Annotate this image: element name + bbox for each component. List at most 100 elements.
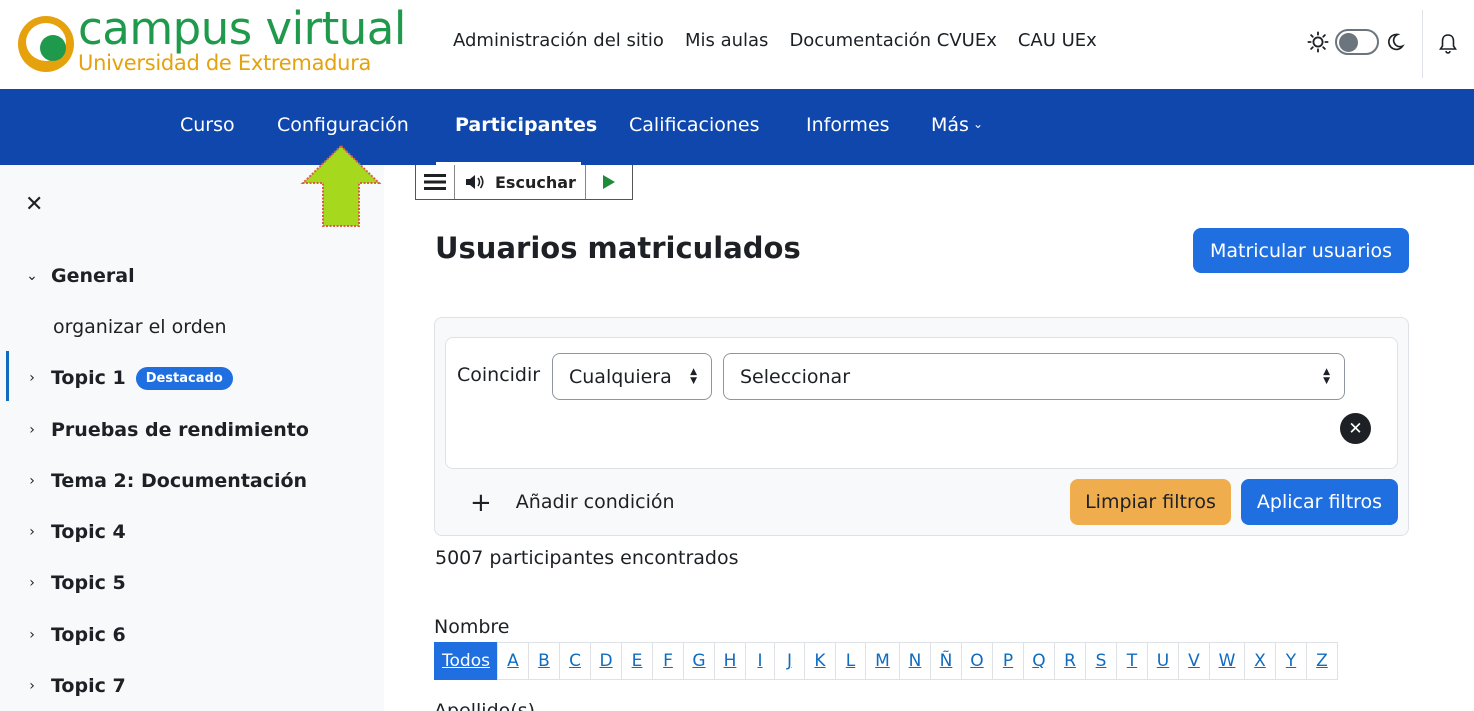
chevron-right-icon[interactable]: › [24, 575, 40, 591]
speaker-icon [466, 175, 484, 189]
navbar-divider [1422, 10, 1423, 78]
annotation-arrow-icon [300, 144, 382, 227]
sidebar-item-pruebas[interactable]: › Pruebas de rendimiento [0, 408, 365, 452]
initial-k[interactable]: K [804, 642, 836, 680]
plus-icon: + [470, 488, 492, 518]
chevron-right-icon[interactable]: › [24, 678, 40, 694]
initial-j[interactable]: J [774, 642, 805, 680]
initial-i[interactable]: I [745, 642, 775, 680]
match-type-select[interactable]: Cualquiera ▲ ▼ [552, 353, 712, 400]
sidebar-item-label: Topic 1 [51, 366, 126, 389]
initial-f[interactable]: F [652, 642, 684, 680]
initial-g[interactable]: G [683, 642, 715, 680]
notification-bell-icon[interactable] [1438, 33, 1458, 55]
chevron-right-icon[interactable]: › [24, 627, 40, 643]
sort-arrows-icon: ▲ ▼ [1323, 367, 1330, 386]
last-name-initials-label: Apellido(s) [434, 700, 535, 711]
course-index-drawer: ✕ ⌄ General organizar el orden › Topic 1… [0, 165, 365, 711]
initial-o[interactable]: O [961, 642, 993, 680]
clear-filters-button[interactable]: Limpiar filtros [1070, 479, 1231, 525]
initial-l[interactable]: L [835, 642, 866, 680]
sidebar-item-label: organizar el orden [53, 316, 227, 338]
initial-b[interactable]: B [528, 642, 560, 680]
sidebar-item-label: Topic 4 [51, 521, 126, 543]
initial-w[interactable]: W [1209, 642, 1245, 680]
chevron-down-icon[interactable]: ⌄ [782, 240, 794, 256]
site-logo[interactable]: campus virtual Universidad de Extremadur… [18, 2, 413, 78]
sidebar-item-topic-6[interactable]: › Topic 6 [0, 613, 365, 657]
initial-a[interactable]: A [497, 642, 529, 680]
sidebar-item-topic-5[interactable]: › Topic 5 [0, 561, 365, 605]
sidebar-item-label: Tema 2: Documentación [51, 470, 308, 492]
chevron-right-icon[interactable]: › [24, 473, 40, 489]
initial-m[interactable]: M [865, 642, 900, 680]
close-icon[interactable]: ✕ [25, 192, 43, 217]
tab-mas-label: Más [931, 114, 969, 136]
initial-e[interactable]: E [621, 642, 653, 680]
menu-icon[interactable] [416, 165, 455, 199]
initial-p[interactable]: P [992, 642, 1024, 680]
remove-condition-icon[interactable]: ✕ [1340, 413, 1371, 444]
theme-toggle[interactable] [1307, 29, 1405, 55]
sidebar-item-label: Topic 6 [51, 624, 126, 646]
initials-bar: Todos A B C D E F G H I J K L M N Ñ O P Q R S T U V W X Y Z [434, 642, 1338, 680]
sidebar-item-organizar[interactable]: organizar el orden [0, 305, 365, 349]
initial-t[interactable]: T [1116, 642, 1148, 680]
tab-calificaciones[interactable]: Calificaciones [629, 114, 760, 136]
tab-mas[interactable]: Más ⌄ [931, 114, 983, 136]
enrol-users-button[interactable]: Matricular usuarios [1193, 228, 1409, 273]
sidebar-item-tema-2[interactable]: › Tema 2: Documentación [0, 459, 365, 503]
sidebar-item-general[interactable]: ⌄ General [0, 254, 365, 298]
tab-configuracion[interactable]: Configuración [277, 114, 409, 136]
chevron-right-icon[interactable]: › [24, 370, 40, 386]
moon-icon [1388, 33, 1405, 51]
add-condition-button[interactable]: + Añadir condición [470, 488, 675, 518]
match-type-value: Cualquiera [569, 365, 672, 388]
filter-type-select[interactable]: Seleccionar ▲ ▼ [723, 353, 1345, 400]
dark-mode-switch[interactable] [1335, 29, 1379, 55]
initial-q[interactable]: Q [1023, 642, 1055, 680]
initial-x[interactable]: X [1244, 642, 1276, 680]
initial-v[interactable]: V [1178, 642, 1210, 680]
nav-my-courses[interactable]: Mis aulas [685, 30, 768, 51]
initial-n-tilde[interactable]: Ñ [930, 642, 962, 680]
sidebar-item-label: General [51, 265, 135, 287]
readspeaker-toolbar: Escuchar [415, 165, 633, 200]
initial-todos[interactable]: Todos [434, 642, 498, 680]
initial-n[interactable]: N [899, 642, 931, 680]
nav-cau[interactable]: CAU UEx [1018, 30, 1097, 51]
listen-button[interactable]: Escuchar [455, 165, 586, 199]
match-label: Coincidir [457, 364, 541, 386]
initial-d[interactable]: D [590, 642, 622, 680]
sun-icon [1307, 31, 1329, 53]
page-title[interactable]: Usuarios matriculados [435, 231, 801, 265]
top-navbar: campus virtual Universidad de Extremadur… [0, 0, 1474, 89]
sidebar-item-topic-4[interactable]: › Topic 4 [0, 510, 365, 554]
logo-title: campus virtual [78, 2, 406, 55]
filter-type-value: Seleccionar [740, 365, 851, 388]
first-name-initials-label: Nombre [434, 616, 510, 638]
initial-c[interactable]: C [559, 642, 591, 680]
initial-z[interactable]: Z [1306, 642, 1338, 680]
initial-r[interactable]: R [1054, 642, 1086, 680]
chevron-down-icon: ⌄ [972, 117, 983, 131]
apply-filters-button[interactable]: Aplicar filtros [1241, 479, 1398, 525]
chevron-right-icon[interactable]: › [24, 422, 40, 438]
nav-documentation[interactable]: Documentación CVUEx [789, 30, 996, 51]
participants-count: 5007 participantes encontrados [435, 547, 739, 569]
sidebar-item-topic-7[interactable]: › Topic 7 [0, 664, 365, 708]
sidebar-item-topic-1[interactable]: › Topic 1 Destacado [0, 356, 365, 400]
initial-u[interactable]: U [1147, 642, 1179, 680]
initial-h[interactable]: H [714, 642, 746, 680]
chevron-right-icon[interactable]: › [24, 524, 40, 540]
play-icon[interactable] [586, 165, 632, 199]
chevron-down-icon[interactable]: ⌄ [24, 268, 40, 284]
initial-y[interactable]: Y [1275, 642, 1307, 680]
tab-curso[interactable]: Curso [180, 114, 235, 136]
tab-participantes[interactable]: Participantes [455, 114, 597, 136]
sidebar-item-label: Topic 7 [51, 675, 126, 697]
initial-s[interactable]: S [1085, 642, 1117, 680]
tab-informes[interactable]: Informes [806, 114, 890, 136]
sidebar-item-label: Pruebas de rendimiento [51, 419, 309, 441]
nav-site-admin[interactable]: Administración del sitio [453, 30, 664, 51]
